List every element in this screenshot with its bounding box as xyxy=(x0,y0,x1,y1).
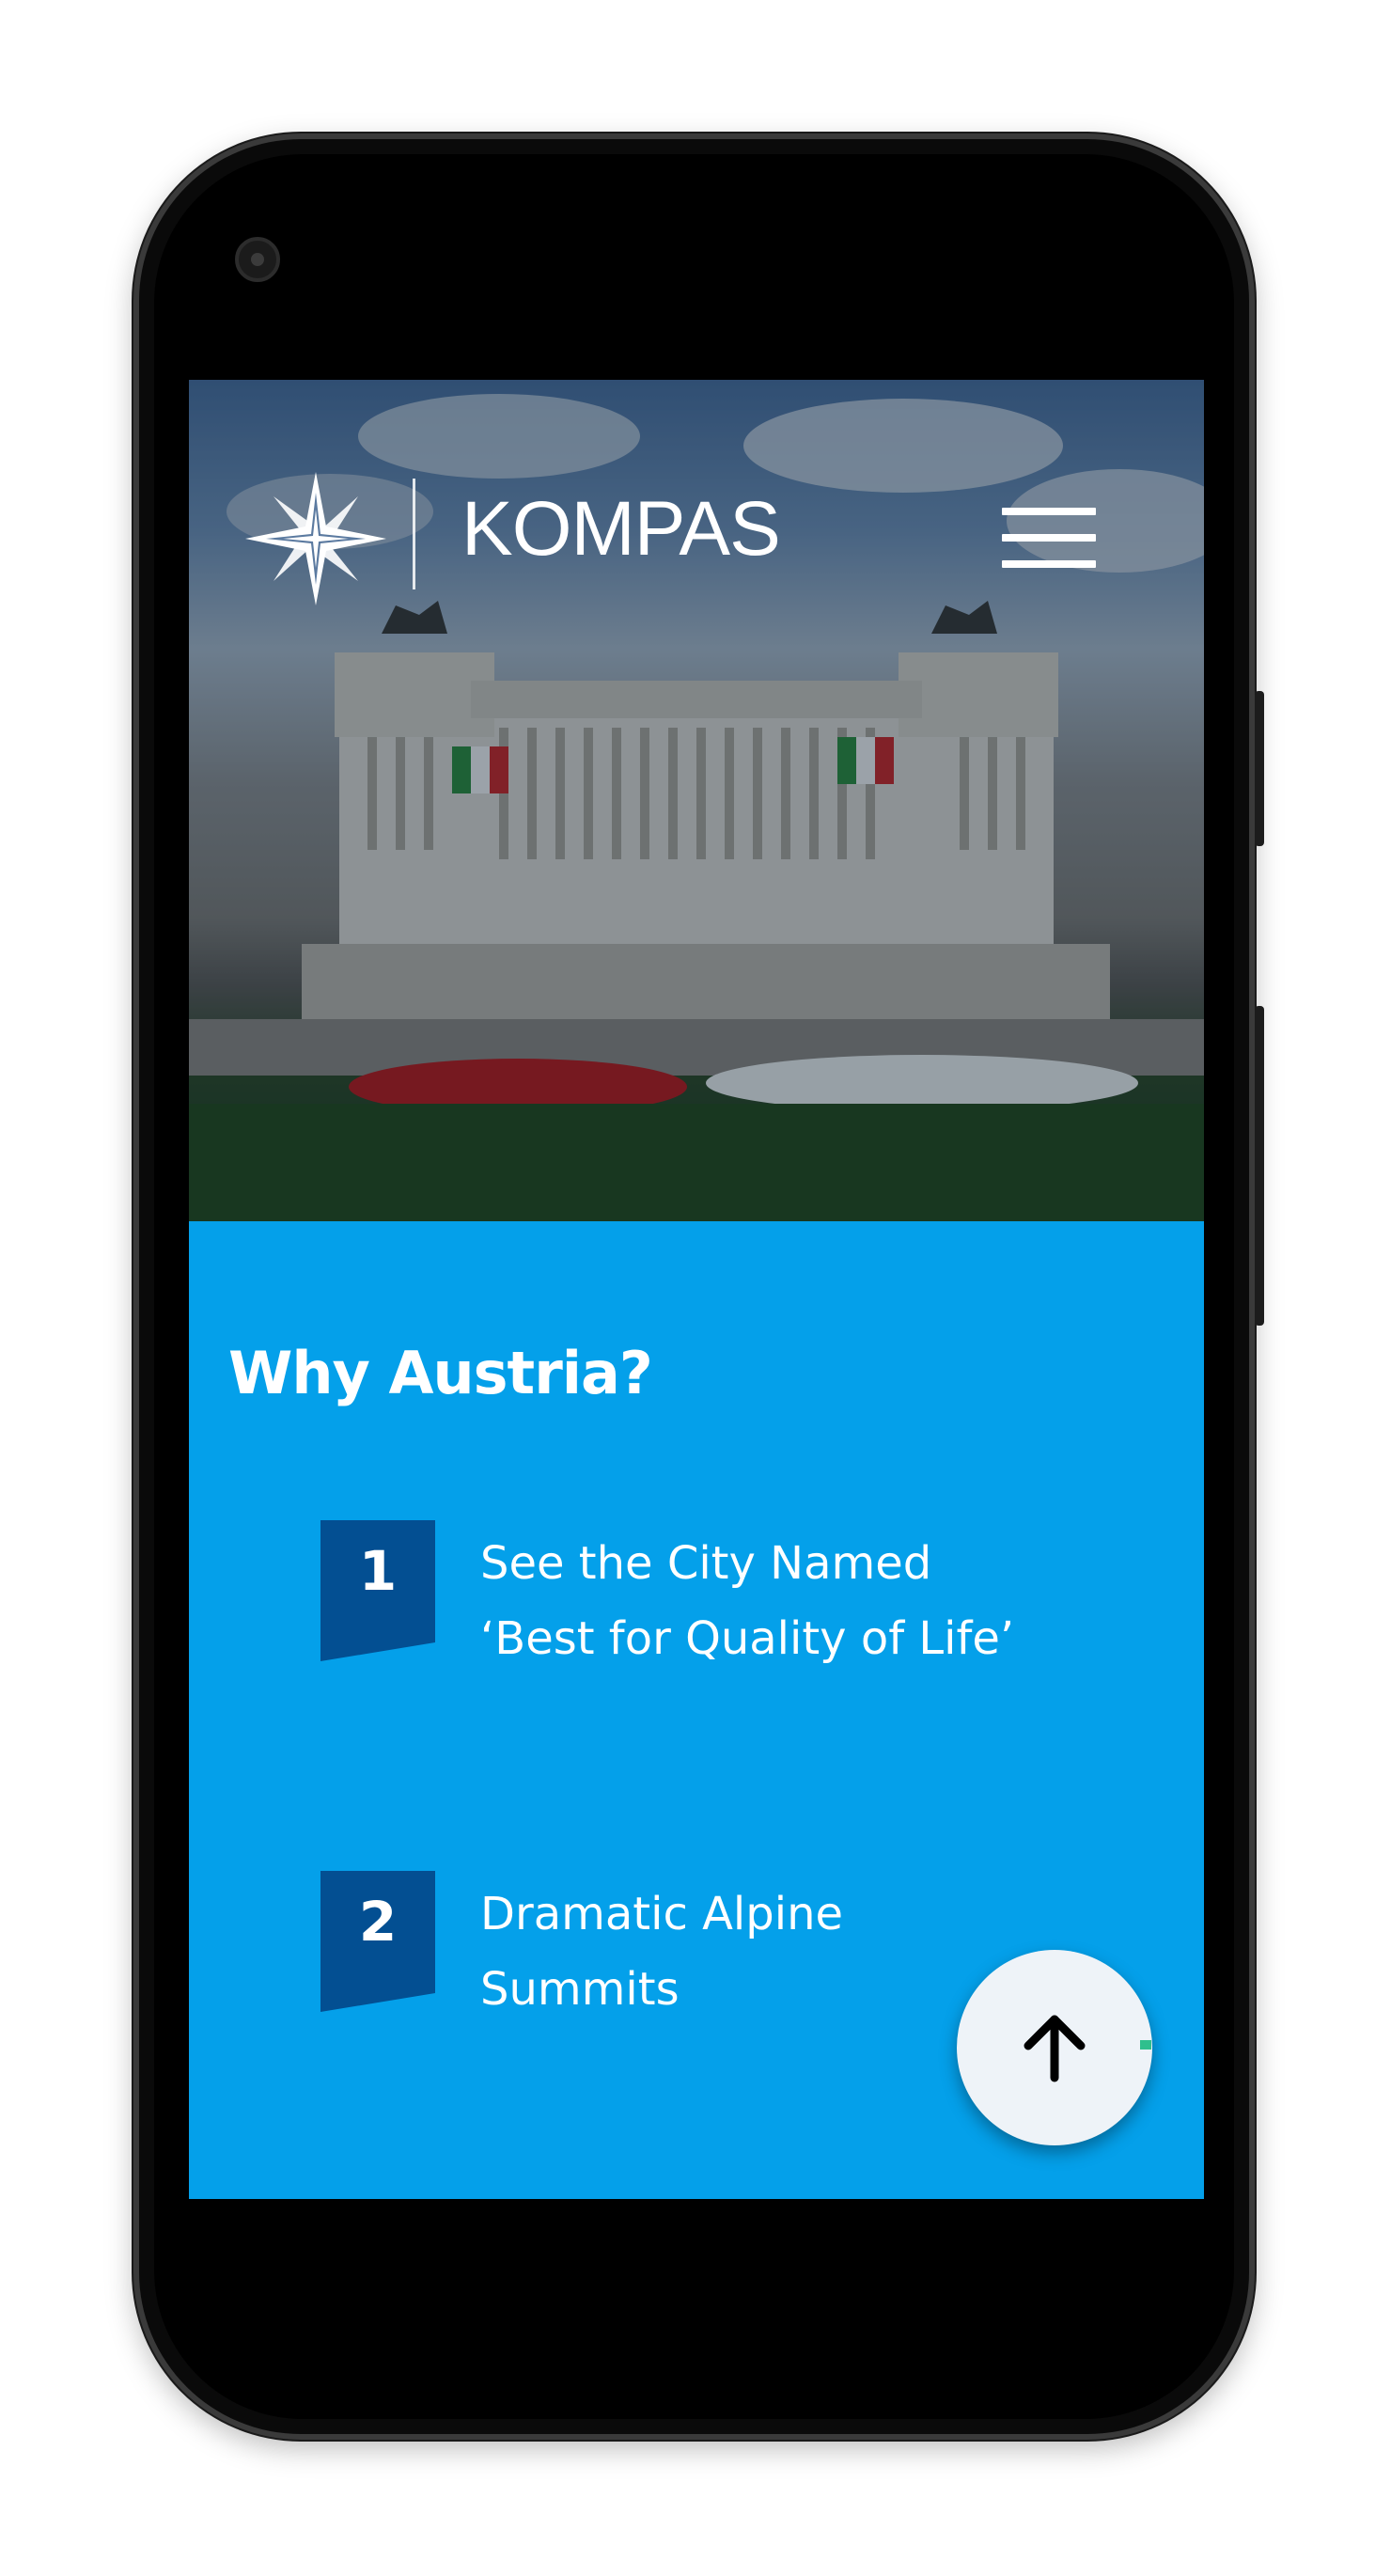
menu-line xyxy=(1002,508,1096,515)
menu-line xyxy=(1002,560,1096,568)
hamburger-menu-icon[interactable] xyxy=(1002,502,1096,577)
number-badge: 1 xyxy=(320,1520,435,1661)
reason-text: See the City Named ‘Best for Quality of … xyxy=(480,1537,1015,1665)
screen: KOMPAS Why Austria? 1 See the City Named… xyxy=(189,380,1204,2199)
section-title: Why Austria? xyxy=(228,1339,653,1407)
compass-star-icon[interactable] xyxy=(245,472,386,605)
menu-line xyxy=(1002,534,1096,542)
scroll-to-top-button[interactable] xyxy=(957,1950,1152,2145)
site-header: KOMPAS xyxy=(189,380,1204,605)
arrow-up-icon xyxy=(1024,2015,1086,2082)
volume-button xyxy=(1255,1006,1264,1326)
power-button xyxy=(1255,691,1264,846)
front-camera xyxy=(235,237,280,282)
number-badge: 2 xyxy=(320,1871,435,2012)
reason-number: 1 xyxy=(358,1539,398,1603)
brand-name[interactable]: KOMPAS xyxy=(461,491,781,568)
accent-mark xyxy=(1140,2040,1151,2050)
reason-number: 2 xyxy=(358,1890,398,1954)
logo-divider xyxy=(413,479,415,589)
